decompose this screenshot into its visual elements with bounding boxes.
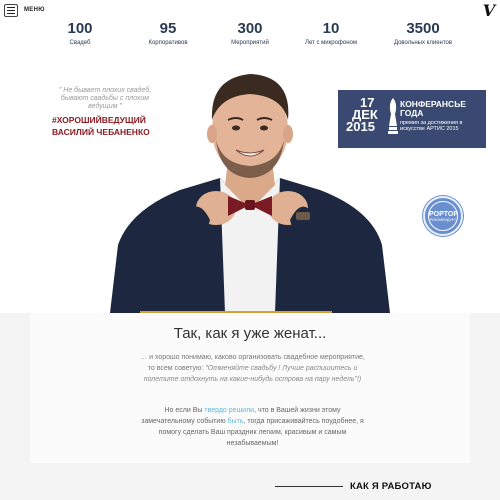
stats-row: 100 Свадеб 95 Корпоративов 300 Мероприят…: [48, 20, 480, 50]
poptop-badge[interactable]: POPTOP РЕКОМЕНДУЕТ: [423, 196, 463, 236]
stat-number: 100: [67, 20, 93, 37]
award-title-line2: ГОДА: [400, 108, 424, 118]
paragraph-1: … и хорошо понимаю, каково организовать …: [140, 352, 365, 385]
award-subtitle: премия за достижения в искусстве АРТИС 2…: [400, 120, 463, 132]
stat-corporates: 95 Корпоративов: [128, 20, 208, 46]
paragraph-2-a: Но если Вы: [164, 407, 205, 414]
stat-clients: 3500 Довольных клиентов: [378, 20, 468, 46]
stat-number: 10: [322, 20, 340, 37]
gold-divider: [140, 311, 332, 313]
stat-weddings: 100 Свадеб: [40, 20, 120, 46]
badge-inner: POPTOP РЕКОМЕНДУЕТ: [428, 201, 458, 231]
highlight-link-1[interactable]: твердо решили: [204, 407, 254, 414]
stat-number: 95: [159, 20, 177, 37]
paragraph-2: Но если Вы твердо решили, что в Вашей жи…: [140, 405, 365, 449]
section-divider-left: [275, 486, 343, 487]
stat-label: Свадеб: [69, 40, 91, 46]
site-logo[interactable]: V: [482, 2, 496, 20]
badge-subtitle: РЕКОМЕНДУЕТ: [429, 218, 457, 222]
stat-number: 300: [237, 20, 263, 37]
stat-label: Мероприятий: [231, 40, 269, 46]
highlight-link-2[interactable]: быть: [228, 418, 244, 425]
top-bar: МЕНЮ V: [0, 0, 500, 22]
stat-years: 10 Лет с микрофоном: [291, 20, 371, 46]
stat-events: 300 Мероприятий: [210, 20, 290, 46]
stat-number: 3500: [406, 20, 440, 37]
award-year: 2015: [346, 119, 375, 134]
section-heading: Так, как я уже женат...: [173, 325, 327, 342]
trophy-icon: [388, 98, 398, 134]
award-banner: 17 ДЕК 2015 КОНФЕРАНСЬЕ ГОДА премия за д…: [338, 90, 486, 148]
badge-title: POPTOP: [429, 211, 459, 218]
stat-label: Корпоративов: [148, 40, 188, 46]
menu-label[interactable]: МЕНЮ: [24, 7, 45, 13]
section-title-how-i-work: КАК Я РАБОТАЮ: [350, 481, 432, 492]
stat-label: Лет с микрофоном: [305, 40, 357, 46]
stat-label: Довольных клиентов: [393, 40, 453, 46]
hamburger-menu-icon[interactable]: [4, 4, 18, 17]
